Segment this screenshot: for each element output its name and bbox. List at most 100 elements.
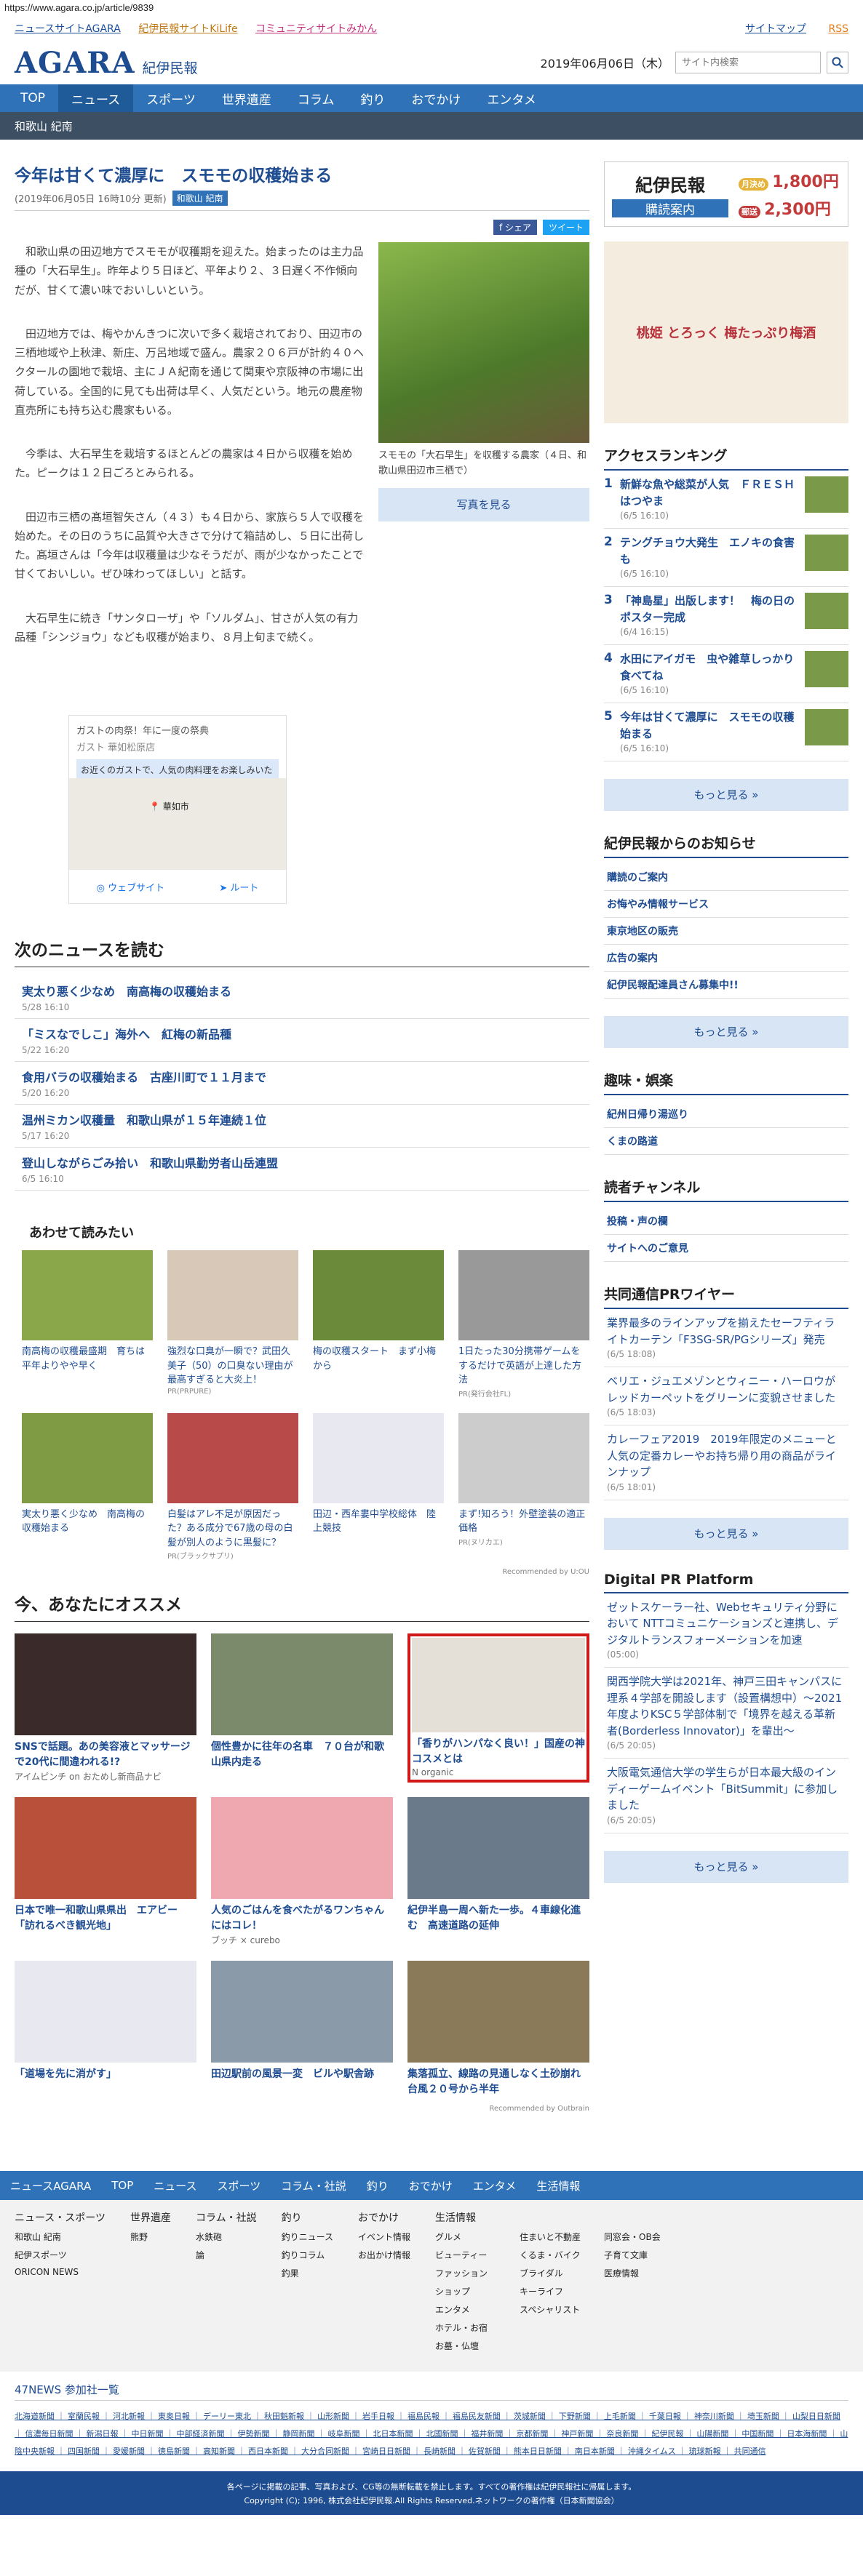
footer-link[interactable]: エンタメ <box>435 2303 515 2316</box>
osusume-card[interactable]: SNSで話題。あの美容液とマッサージで20代に間違われる!? アイムピンチ on … <box>15 1633 196 1783</box>
site-logo[interactable]: AGARA 紀伊民報 <box>15 46 198 80</box>
footer-link[interactable]: 論 <box>196 2249 257 2261</box>
related-card[interactable]: 田辺・西牟婁中学校総体 陸上競技 <box>313 1412 444 1561</box>
footer-link[interactable]: 和歌山 紀南 <box>15 2231 106 2243</box>
list-item[interactable]: 食用バラの収穫始まる 古座川町で１１月まで 5/20 16:20 <box>15 1062 589 1105</box>
footer-link[interactable]: 住まいと不動産 <box>520 2231 600 2243</box>
footer-link[interactable]: ビューティー <box>435 2249 515 2261</box>
footer-link[interactable]: お出かけ情報 <box>358 2249 410 2261</box>
link-rss[interactable]: RSS <box>828 23 848 35</box>
related-card[interactable]: 南高梅の収穫最盛期 育ちは平年よりやや早く <box>22 1250 153 1399</box>
nav-sports[interactable]: スポーツ <box>133 84 209 112</box>
subscription-ad[interactable]: 紀伊民報 購読案内 月決め 1,800円 郵送 2,300円 <box>604 161 848 227</box>
related-card[interactable]: 強烈な口臭が一瞬で？武田久美子（50）の口臭ない理由が最高すぎると大炎上！ PR(… <box>167 1250 298 1399</box>
route-button[interactable]: ➤ ルート <box>219 880 258 894</box>
recommended-by[interactable]: Recommended by U:OU <box>15 1568 589 1576</box>
footer-link[interactable]: 医療情報 <box>604 2267 684 2279</box>
footer-link[interactable]: 同窓会・OB会 <box>604 2231 684 2243</box>
dpr-item[interactable]: 大阪電気通信大学の学生らが日本最大級のインディーゲームイベント「BitSummi… <box>604 1759 848 1833</box>
footer-nav-item[interactable]: コラム・社説 <box>271 2171 357 2200</box>
link-sitemap[interactable]: サイトマップ <box>745 23 806 35</box>
footer-link[interactable]: 紀伊スポーツ <box>15 2249 106 2261</box>
osusume-card[interactable]: 人気のごはんを食べたがるワンちゃんにはコレ！ ブッチ × curebo <box>211 1797 393 1946</box>
search-input[interactable] <box>675 52 821 73</box>
list-item[interactable]: 実太り悪く少なめ 南高梅の収穫始まる 5/28 16:10 <box>15 976 589 1019</box>
nav-column[interactable]: コラム <box>285 84 348 112</box>
footer-link[interactable]: キーライフ <box>520 2285 600 2297</box>
wire-more-button[interactable]: もっと見る » <box>604 1517 848 1550</box>
list-item[interactable]: 温州ミカン収穫量 和歌山県が１５年連続１位 5/17 16:20 <box>15 1105 589 1148</box>
footer-nav-item[interactable]: TOP <box>101 2171 143 2200</box>
hobby-item[interactable]: くまの路道 <box>604 1128 848 1155</box>
footer-link[interactable]: 釣りコラム <box>282 2249 333 2261</box>
nav-top[interactable]: TOP <box>7 84 58 112</box>
ranking-item[interactable]: 5 今年は甘くて濃厚に スモモの収穫始まる (6/5 16:10) <box>604 703 848 761</box>
article-tag[interactable]: 和歌山 紀南 <box>172 191 228 206</box>
footer-link[interactable]: くるま・バイク <box>520 2249 600 2261</box>
footer-link[interactable]: スペシャリスト <box>520 2303 600 2316</box>
facebook-share-button[interactable]: f シェア <box>493 220 537 235</box>
wire-item[interactable]: カレーフェア2019 2019年限定のメニューと人気の定番カレーやお持ち帰り用の… <box>604 1425 848 1500</box>
ranking-item[interactable]: 2 テングチョウ大発生 エノキの食害も (6/5 16:10) <box>604 529 848 587</box>
footer-link[interactable]: ORICON NEWS <box>15 2267 106 2277</box>
ranking-item[interactable]: 1 新鮮な魚や総菜が人気 ＦＲＥＳＨはつやま (6/5 16:10) <box>604 471 848 529</box>
link-kilife[interactable]: 紀伊民報サイトKiLife <box>138 23 237 35</box>
nav-news[interactable]: ニュース <box>58 84 134 112</box>
footer-nav-item[interactable]: おでかけ <box>399 2171 463 2200</box>
osusume-card[interactable]: 集落孤立、線路の見通しなく土砂崩れ 台風２０号から半年 <box>407 1961 591 2097</box>
link-mikan[interactable]: コミュニティサイトみかん <box>255 23 377 35</box>
related-card[interactable]: 梅の収穫スタート まず小梅から <box>313 1250 444 1399</box>
notice-item[interactable]: 東京地区の販売 <box>604 918 848 945</box>
nav-outing[interactable]: おでかけ <box>398 84 474 112</box>
related-card[interactable]: 実太り悪く少なめ 南高梅の収穫始まる <box>22 1412 153 1561</box>
footer-link[interactable]: イベント情報 <box>358 2231 410 2243</box>
osusume-card[interactable]: 「道場を先に消がす」 <box>15 1961 196 2097</box>
dpr-item[interactable]: ゼットスケーラー社、Webセキュリティ分野において NTTコミュニケーションズと… <box>604 1593 848 1668</box>
map-area[interactable]: 📍 華如市 <box>69 778 286 870</box>
footer-link[interactable]: 子育て文庫 <box>604 2249 684 2261</box>
tweet-button[interactable]: ツイート <box>542 220 589 235</box>
osusume-card[interactable]: 個性豊かに往年の名車 ７０台が和歌山県内走る <box>211 1633 393 1783</box>
osusume-card[interactable]: 紀伊半島一周へ新た一歩。４車線化進む 高速道路の延伸 <box>407 1797 589 1946</box>
footer-link[interactable]: 熊野 <box>130 2231 171 2243</box>
notice-item[interactable]: お悔やみ情報サービス <box>604 891 848 918</box>
footer-nav-item[interactable]: スポーツ <box>207 2171 271 2200</box>
nav-entertainment[interactable]: エンタメ <box>474 84 549 112</box>
banner-ad[interactable]: 桃姫 とろっく 梅たっぷり梅酒 <box>604 241 848 423</box>
footer-nav-item[interactable]: 釣り <box>357 2171 399 2200</box>
notice-item[interactable]: 購読のご案内 <box>604 864 848 891</box>
link-agara[interactable]: ニュースサイトAGARA <box>15 23 121 35</box>
notice-more-button[interactable]: もっと見る » <box>604 1016 848 1048</box>
hobby-item[interactable]: 紀州日帰り湯巡り <box>604 1101 848 1128</box>
footer-link[interactable]: 釣りニュース <box>282 2231 333 2243</box>
search-button[interactable] <box>827 52 848 73</box>
notice-item[interactable]: 広告の案内 <box>604 945 848 972</box>
footer-link[interactable]: ブライダル <box>520 2267 600 2279</box>
notice-item[interactable]: 紀伊民報配達員さん募集中!! <box>604 972 848 999</box>
footer-link[interactable]: 水鉄砲 <box>196 2231 257 2243</box>
footer-link[interactable]: ショップ <box>435 2285 515 2297</box>
footer-nav-item[interactable]: ニュース <box>143 2171 207 2200</box>
footer-nav-item[interactable]: 生活情報 <box>526 2171 590 2200</box>
osusume-card[interactable]: 田辺駅前の風景一変 ビルや駅舎跡 <box>211 1961 393 2097</box>
list-item[interactable]: 登山しながらごみ拾い 和歌山県勤労者山岳連盟 6/5 16:10 <box>15 1148 589 1191</box>
wire-item[interactable]: 業界最多のラインアップを揃えたセーフティライトカーテン「F3SG-SR/PGシリ… <box>604 1309 848 1367</box>
article-photo[interactable] <box>378 242 589 443</box>
nav-heritage[interactable]: 世界遺産 <box>209 84 285 112</box>
outbrain-credit[interactable]: Recommended by Outbrain <box>15 2105 589 2113</box>
reader-item[interactable]: 投稿・声の欄 <box>604 1208 848 1235</box>
related-card[interactable]: 1日たった30分携帯ゲームをするだけで英語が上達した方法 PR(発行会社FL) <box>458 1250 589 1399</box>
dpr-item[interactable]: 関西学院大学は2021年、神戸三田キャンパスに理系４学部を開設します（設置構想中… <box>604 1668 848 1759</box>
map-ad[interactable]: ガストの肉祭！年に一度の祭典 ガスト 華如松原店 お近くのガストで、人気の肉料理… <box>68 715 287 904</box>
footer-nav-item[interactable]: エンタメ <box>463 2171 527 2200</box>
view-photo-button[interactable]: 写真を見る <box>378 487 589 521</box>
news47-list[interactable]: 北海道新聞 ｜ 室蘭民報 ｜ 河北新報 ｜ 東奥日報 ｜ デーリー東北 ｜ 秋田… <box>15 2408 848 2461</box>
reader-item[interactable]: サイトへのご意見 <box>604 1235 848 1262</box>
ranking-item[interactable]: 4 水田にアイガモ 虫や雑草しっかり食べてね (6/5 16:10) <box>604 645 848 703</box>
website-button[interactable]: ◎ ウェブサイト <box>97 880 165 894</box>
footer-link[interactable]: ファッション <box>435 2267 515 2279</box>
footer-link[interactable]: ホテル・お宿 <box>435 2321 515 2334</box>
ranking-more-button[interactable]: もっと見る » <box>604 779 848 811</box>
related-card[interactable]: 白髪はアレ不足が原因だった？ある成分で67歳の母の白髪が別人のように黒髪に？ PR… <box>167 1412 298 1561</box>
nav-fishing[interactable]: 釣り <box>347 84 398 112</box>
